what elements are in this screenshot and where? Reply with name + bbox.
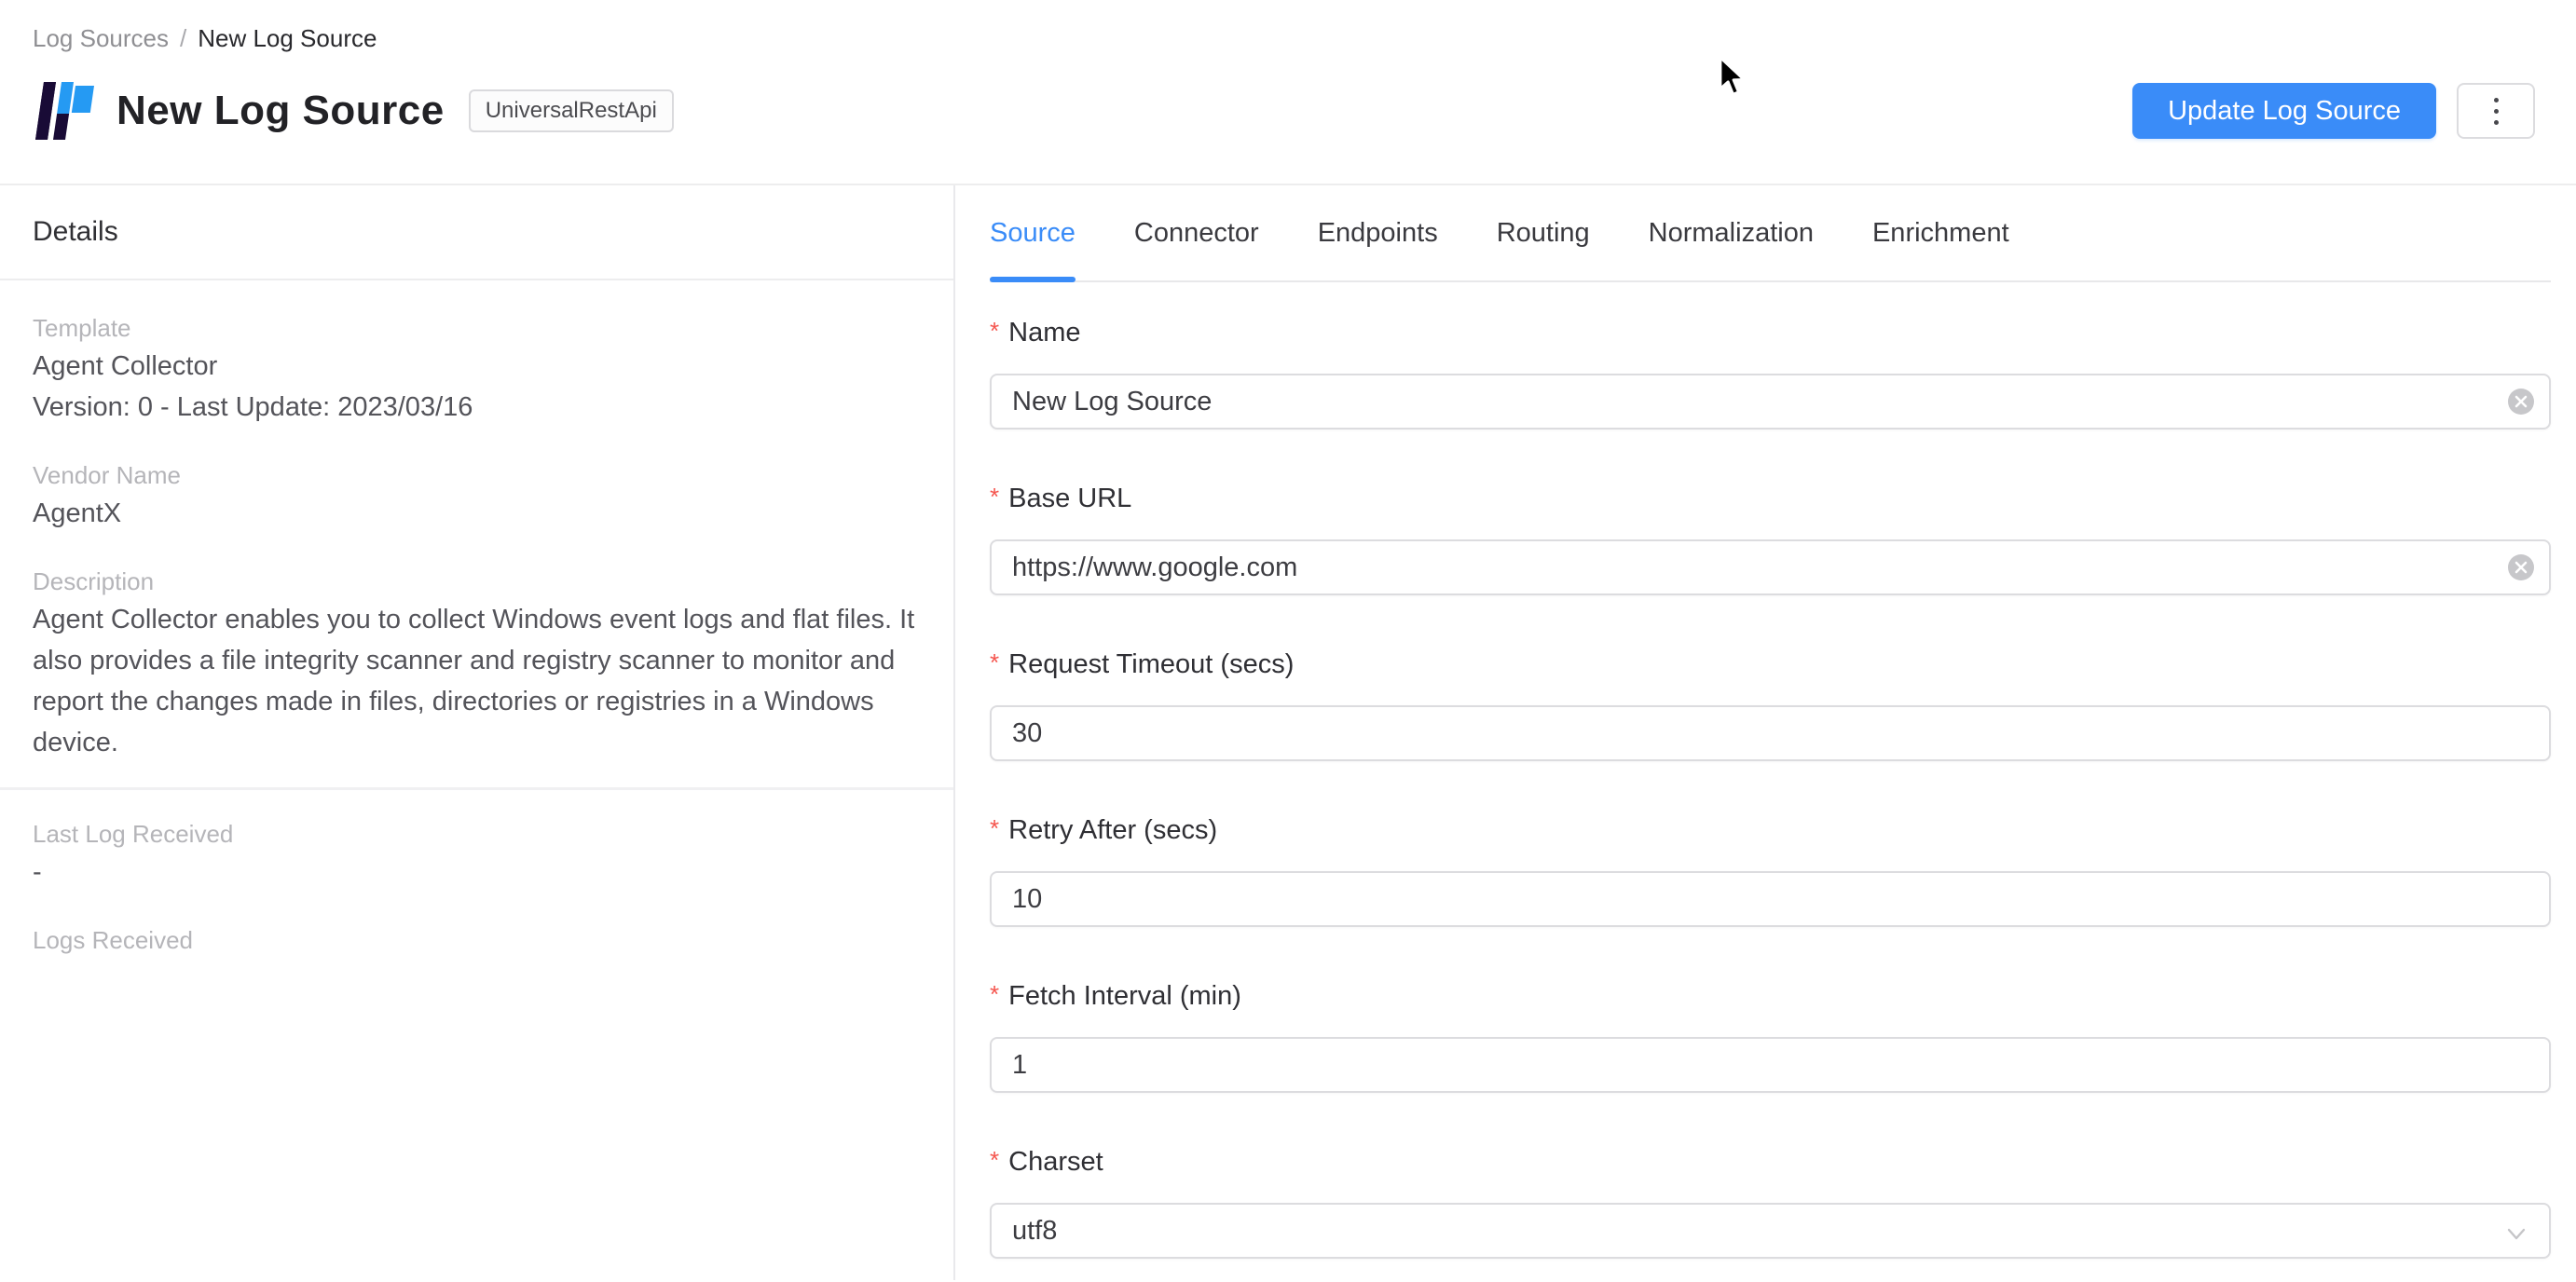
fetch-interval-field: *Fetch Interval (min) [990,977,2551,1093]
template-section: Template Agent Collector Version: 0 - La… [33,314,916,428]
description-text: Agent Collector enables you to collect W… [33,599,916,763]
update-log-source-button[interactable]: Update Log Source [2132,83,2436,139]
last-log-received-label: Last Log Received [33,820,916,848]
vendor-label: Vendor Name [33,461,916,489]
logs-received-section: Logs Received [33,926,916,954]
fetch-interval-input[interactable] [990,1037,2551,1093]
retry-after-label: *Retry After (secs) [990,811,2551,847]
tab-enrichment[interactable]: Enrichment [1872,185,2009,280]
request-timeout-field: *Request Timeout (secs) [990,646,2551,761]
tab-source[interactable]: Source [990,185,1076,280]
page-header: Log Sources / New Log Source New Log Sourc… [0,0,2576,185]
base-url-clear-button[interactable] [2508,554,2534,580]
template-name: Agent Collector [33,346,916,387]
last-log-received-value: - [33,852,916,893]
config-tabs: Source Connector Endpoints Routing Norma… [990,185,2551,282]
charset-select[interactable]: utf8 [990,1203,2551,1259]
log-source-page: Log Sources / New Log Source New Log Sourc… [0,0,2576,1282]
name-field: *Name [990,314,2551,430]
vertical-ellipsis-icon [2494,98,2499,125]
details-panel-body: Template Agent Collector Version: 0 - La… [0,314,953,954]
charset-field: *Charset utf8 [990,1143,2551,1259]
required-asterisk: * [990,980,999,1008]
details-panel: Details Template Agent Collector Version… [0,185,955,1280]
retry-after-field: *Retry After (secs) [990,811,2551,927]
breadcrumb: Log Sources / New Log Source [33,24,2535,52]
details-divider [0,787,953,790]
vendor-section: Vendor Name AgentX [33,461,916,534]
brand-logo-icon [33,82,94,140]
header-row: New Log Source UniversalRestApi Update L… [33,81,2535,141]
breadcrumb-current-page: New Log Source [198,24,377,52]
source-form: *Name *Base URL [990,282,2551,1259]
request-timeout-input[interactable] [990,705,2551,761]
source-config-panel: Source Connector Endpoints Routing Norma… [955,185,2576,1280]
vendor-value: AgentX [33,493,916,534]
content-area: Details Template Agent Collector Version… [0,185,2576,1280]
circle-x-icon [2514,395,2528,408]
tab-routing[interactable]: Routing [1497,185,1590,280]
template-label: Template [33,314,916,342]
request-timeout-label: *Request Timeout (secs) [990,646,2551,681]
details-panel-header: Details [0,185,953,280]
description-section: Description Agent Collector enables you … [33,567,916,763]
tab-normalization[interactable]: Normalization [1649,185,1814,280]
charset-selected-value: utf8 [1012,1216,1057,1247]
chevron-down-icon [2504,1221,2528,1246]
description-label: Description [33,567,916,595]
logs-received-label: Logs Received [33,926,916,954]
tab-connector[interactable]: Connector [1134,185,1259,280]
charset-label: *Charset [990,1143,2551,1179]
required-asterisk: * [990,1146,999,1174]
name-input[interactable] [990,374,2551,430]
required-asterisk: * [990,648,999,676]
template-type-badge: UniversalRestApi [469,89,674,132]
name-clear-button[interactable] [2508,389,2534,415]
fetch-interval-label: *Fetch Interval (min) [990,977,2551,1013]
required-asterisk: * [990,814,999,842]
template-version: Version: 0 - Last Update: 2023/03/16 [33,387,916,428]
required-asterisk: * [990,483,999,511]
circle-x-icon [2514,561,2528,574]
name-label: *Name [990,314,2551,349]
page-title: New Log Source [116,88,445,134]
required-asterisk: * [990,317,999,345]
breadcrumb-log-sources[interactable]: Log Sources [33,24,169,52]
base-url-label: *Base URL [990,480,2551,515]
base-url-input[interactable] [990,539,2551,595]
tab-endpoints[interactable]: Endpoints [1318,185,1438,280]
more-actions-button[interactable] [2457,83,2535,139]
retry-after-input[interactable] [990,871,2551,927]
details-title: Details [33,216,118,248]
last-log-received-section: Last Log Received - [33,820,916,893]
breadcrumb-separator: / [180,24,186,52]
base-url-field: *Base URL [990,480,2551,595]
